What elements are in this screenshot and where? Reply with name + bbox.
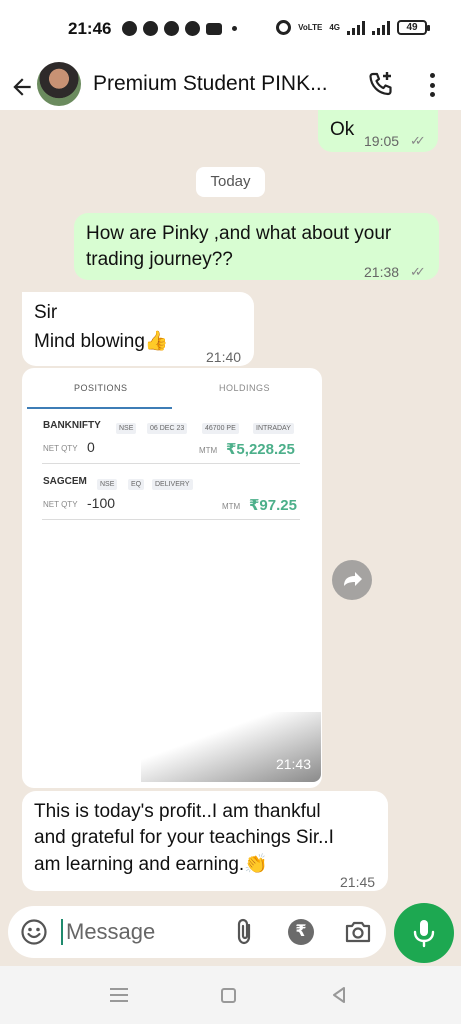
text-cursor [61, 919, 63, 945]
chat-header: Premium Student PINK... [0, 62, 461, 110]
paw-icon [164, 21, 179, 36]
chat-area[interactable]: Ok 19:05 ✓✓ Today How are Pinky ,and wha… [0, 110, 461, 966]
more-notifications-dot-icon [232, 26, 237, 31]
divider [42, 519, 300, 520]
message-time: 21:40 [206, 349, 242, 365]
position-tag: NSE [116, 423, 137, 434]
message-compose-bar: ₹ [8, 906, 386, 958]
read-receipt-icon: ✓✓ [410, 264, 426, 279]
message-text-line: trading journey?? [86, 249, 233, 270]
message-text-line: How are Pinky ,and what about your [86, 223, 392, 244]
position-symbol: SAGCEM [43, 476, 87, 487]
b-icon [122, 21, 137, 36]
amazon-icon [206, 22, 222, 35]
message-incoming[interactable]: This is today's profit..I am thankful an… [22, 791, 388, 891]
position-tag: DELIVERY [152, 479, 193, 490]
home-icon[interactable] [221, 988, 236, 1003]
net-qty-label: NET QTY [43, 444, 78, 453]
system-icons: VoLTE 4G 49 [276, 20, 430, 35]
network-type-icon: 4G [329, 22, 340, 32]
signal-2-icon [372, 20, 390, 35]
mtm-label: MTM [199, 446, 218, 455]
rupee-payment-icon[interactable]: ₹ [288, 919, 314, 945]
position-tag: INTRADAY [253, 423, 294, 434]
contact-name[interactable]: Premium Student PINK... [93, 72, 328, 96]
more-vert-icon[interactable] [421, 70, 443, 100]
recent-apps-icon[interactable] [110, 988, 128, 1002]
message-text-line: Mind blowing👍 [34, 331, 169, 352]
message-time: 21:43 [275, 756, 311, 772]
status-bar: 21:46 VoLTE 4G 49 [0, 0, 461, 62]
image-attachment[interactable]: POSITIONS HOLDINGS BANKNIFTY NSE 06 DEC … [27, 372, 321, 782]
message-text-line: and grateful for your teachings Sir..I [34, 827, 334, 848]
mtm-value: ₹97.25 [249, 497, 297, 514]
nav-back-icon[interactable] [330, 986, 348, 1004]
contact-icon [185, 21, 200, 36]
net-qty-value: -100 [87, 495, 116, 511]
emoji-icon[interactable] [20, 918, 48, 946]
message-outgoing[interactable]: Ok 19:05 ✓✓ [318, 110, 438, 152]
add-call-icon[interactable] [364, 68, 396, 100]
avatar[interactable] [37, 62, 81, 106]
position-tag: EQ [128, 479, 145, 490]
message-text-line: am learning and earning.👏 [34, 854, 268, 875]
message-input[interactable] [66, 914, 236, 950]
message-outgoing[interactable]: How are Pinky ,and what about your tradi… [74, 213, 439, 280]
alarm-icon [276, 20, 292, 35]
position-symbol: BANKNIFTY [43, 420, 101, 431]
net-qty-label: NET QTY [43, 500, 78, 509]
message-time: 19:05 [364, 133, 400, 149]
date-separator: Today [196, 167, 265, 197]
volte-icon: VoLTE [298, 22, 323, 32]
mtm-value: ₹5,228.25 [226, 441, 295, 458]
tab-holdings: HOLDINGS [219, 383, 271, 393]
read-receipt-icon: ✓✓ [410, 133, 426, 148]
net-qty-value: 0 [87, 439, 95, 455]
divider [42, 463, 300, 464]
message-text-line: Sir [34, 302, 58, 323]
tab-positions: POSITIONS [74, 383, 128, 393]
message-time: 21:45 [340, 874, 376, 890]
signal-1-icon [347, 20, 365, 35]
position-tag: 46700 PE [202, 423, 239, 434]
mic-icon[interactable] [394, 903, 454, 963]
status-time: 21:46 [68, 19, 112, 38]
message-incoming[interactable]: Sir Mind blowing👍 21:40 [22, 292, 254, 366]
forward-icon[interactable] [332, 560, 372, 600]
notification-icons [122, 21, 237, 36]
position-tag: 06 DEC 23 [147, 423, 188, 434]
system-nav-bar [0, 966, 461, 1024]
whatsapp-icon [143, 21, 158, 36]
attach-icon[interactable] [233, 918, 257, 946]
message-text: Ok [330, 119, 355, 140]
mtm-label: MTM [222, 502, 241, 511]
position-tag: NSE [97, 479, 118, 490]
battery-icon: 49 [397, 20, 430, 35]
tab-indicator [27, 407, 172, 409]
message-text-line: This is today's profit..I am thankful [34, 801, 321, 822]
back-arrow-icon[interactable] [8, 68, 36, 108]
camera-icon[interactable] [344, 919, 372, 945]
message-time: 21:38 [364, 264, 400, 280]
